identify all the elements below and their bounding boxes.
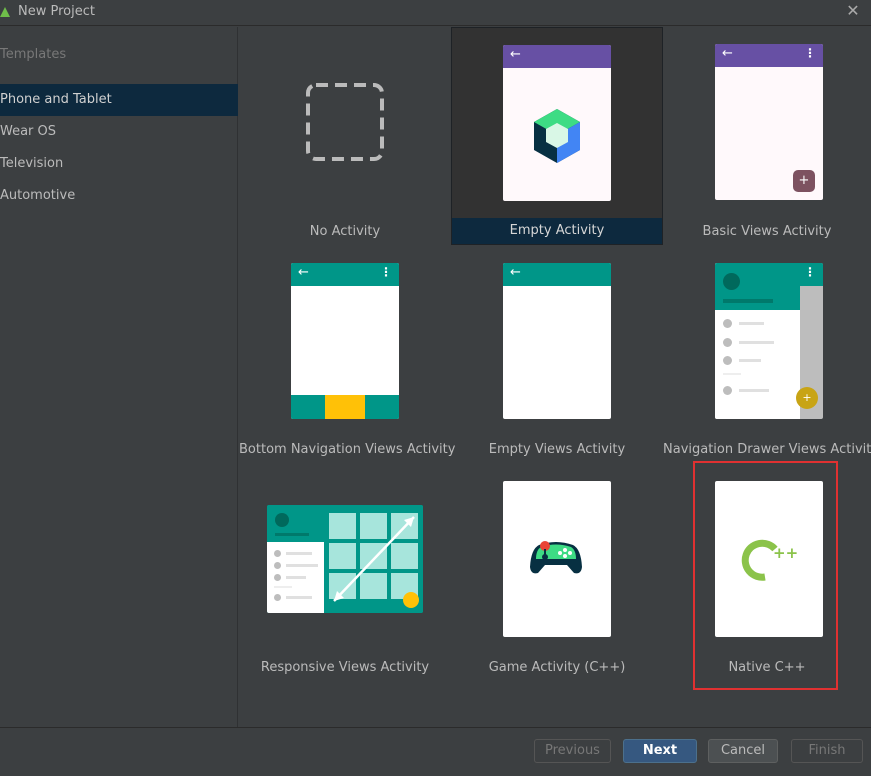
list-line [286,596,312,599]
fab-plus-icon: + [793,170,815,192]
navigation-drawer-thumbnail: ⋮ + [715,263,823,419]
back-arrow-icon: ← [298,265,309,280]
responsive-header [267,505,324,542]
sidebar-item-television[interactable]: Television [0,148,238,180]
dialog-footer: Previous Next Cancel Finish [0,727,871,776]
basic-views-thumbnail: ← ⋮ + [715,44,823,200]
no-activity-placeholder-icon [306,83,384,161]
list-line [286,564,318,567]
drawer-item-line [739,322,764,325]
finish-button[interactable]: Finish [791,739,863,763]
list-dot [274,594,281,601]
template-card-basic-views-activity[interactable]: ← ⋮ + Basic Views Activity [663,27,871,245]
template-card-bottom-navigation-views-activity[interactable]: ← ⋮ Bottom Navigation Views Activity [239,245,456,463]
window-title: New Project [18,4,95,19]
list-dot [274,550,281,557]
android-studio-icon [0,7,10,17]
bottom-navigation-bar [291,395,399,419]
template-label: No Activity [309,224,381,239]
app-bar: ← [503,263,611,286]
drawer-header [715,263,800,310]
responsive-list [267,542,324,613]
title-bar: New Project ✕ [0,0,871,26]
template-label: Empty Views Activity [488,442,626,457]
template-label: Empty Activity [452,218,662,244]
next-button[interactable]: Next [623,739,697,763]
template-grid: No Activity ← Empty Activity ← ⋮ + Basic… [239,27,871,727]
list-line [286,552,312,555]
template-label: Basic Views Activity [702,224,832,239]
sidebar-header: Templates [0,47,67,62]
template-card-game-activity-cpp[interactable]: Game Activity (C++) [451,463,663,681]
cancel-button[interactable]: Cancel [708,739,778,763]
template-category-sidebar: Templates Phone and Tablet Wear OS Telev… [0,27,238,727]
highlight-box [693,461,838,690]
responsive-views-thumbnail [267,505,423,613]
navigation-drawer-panel [715,263,800,419]
responsive-grid-with-resize-arrow [324,505,423,613]
empty-activity-thumbnail: ← [503,45,611,201]
fab-plus-icon: + [796,387,818,409]
sidebar-item-wear-os[interactable]: Wear OS [0,116,238,148]
sidebar-item-automotive[interactable]: Automotive [0,180,238,212]
back-arrow-icon: ← [510,47,521,62]
list-line [286,576,306,579]
template-card-no-activity[interactable]: No Activity [239,27,451,245]
game-activity-thumbnail [503,481,611,637]
back-arrow-icon: ← [722,46,733,61]
app-bar: ⋮ [800,263,823,286]
avatar [723,273,740,290]
drawer-item-dot [723,356,732,365]
bottom-navigation-selected-item [325,395,365,419]
game-controller-icon [530,541,582,574]
app-bar: ← ⋮ [715,44,823,67]
overflow-menu-icon: ⋮ [804,46,816,60]
template-card-empty-activity[interactable]: ← Empty Activity [451,27,663,245]
template-label: Responsive Views Activity [260,660,430,675]
drawer-divider [723,373,741,375]
header-line [275,533,309,536]
close-icon[interactable]: ✕ [845,3,861,19]
list-dot [274,562,281,569]
app-bar: ← [503,45,611,68]
template-card-responsive-views-activity[interactable]: Responsive Views Activity [239,463,451,681]
list-divider [274,586,292,588]
template-card-navigation-drawer-views-activity[interactable]: ⋮ + Navigation Drawer Views Activity [663,245,871,463]
sidebar-item-phone-and-tablet[interactable]: Phone and Tablet [0,84,238,116]
overflow-menu-icon: ⋮ [380,265,392,279]
avatar [275,513,289,527]
drawer-item-dot [723,319,732,328]
template-card-empty-views-activity[interactable]: ← Empty Views Activity [451,245,663,463]
jetpack-compose-icon [534,109,580,163]
template-label: Bottom Navigation Views Activity [239,442,456,457]
previous-button[interactable]: Previous [534,739,611,763]
drawer-item-line [739,359,761,362]
template-label: Game Activity (C++) [488,660,626,675]
drawer-header-line [723,299,773,303]
overflow-menu-icon: ⋮ [804,265,816,279]
drawer-item-line [739,389,769,392]
app-bar: ← ⋮ [291,263,399,286]
back-arrow-icon: ← [510,265,521,280]
template-label: Navigation Drawer Views Activity [663,442,871,457]
drawer-item-dot [723,386,732,395]
list-dot [274,574,281,581]
drawer-item-line [739,341,774,344]
drawer-item-dot [723,338,732,347]
empty-views-thumbnail: ← [503,263,611,419]
bottom-navigation-thumbnail: ← ⋮ [291,263,399,419]
